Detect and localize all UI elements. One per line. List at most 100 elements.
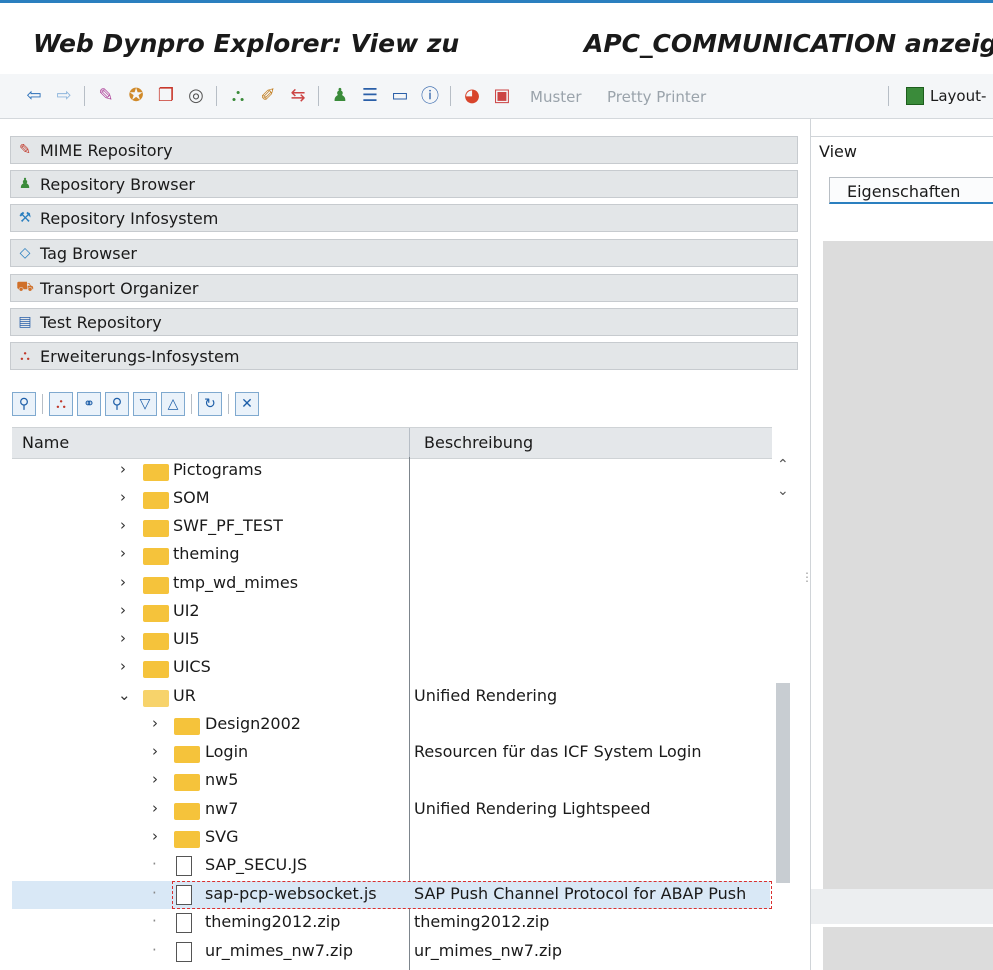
muster-button[interactable]: Muster bbox=[530, 88, 582, 106]
row-name: UI2 bbox=[173, 601, 200, 620]
display-object-list-icon[interactable]: ⇆ bbox=[286, 83, 310, 107]
tree-row-design2002[interactable]: › Design2002 bbox=[12, 711, 770, 739]
chevron-right-icon[interactable]: › bbox=[152, 827, 158, 845]
navigation-window-icon[interactable]: ♟ bbox=[328, 83, 352, 107]
tree-row-nw7[interactable]: › nw7 Unified Rendering Lightspeed bbox=[12, 796, 770, 824]
check-icon[interactable]: ✪ bbox=[124, 83, 148, 107]
chevron-right-icon[interactable]: › bbox=[120, 488, 126, 506]
layout-button[interactable]: Layout- bbox=[906, 85, 986, 107]
row-name: Login bbox=[205, 742, 249, 761]
folder-icon bbox=[174, 746, 200, 763]
scrollbar-thumb[interactable] bbox=[776, 683, 790, 883]
tree-row-pictograms[interactable]: › Pictograms bbox=[12, 457, 770, 485]
file-icon bbox=[176, 942, 192, 962]
tree-row-theming2012-zip[interactable]: · theming2012.zip theming2012.zip bbox=[12, 909, 770, 937]
worklist-icon[interactable]: ☰ bbox=[358, 83, 382, 107]
tree-row-uics[interactable]: › UICS bbox=[12, 654, 770, 682]
row-name: nw7 bbox=[205, 799, 239, 818]
row-name: ur_mimes_nw7.zip bbox=[205, 941, 354, 960]
column-header-description[interactable]: Beschreibung bbox=[424, 433, 533, 452]
chevron-right-icon[interactable]: › bbox=[120, 601, 126, 619]
tab-eigenschaften[interactable]: Eigenschaften bbox=[829, 177, 993, 204]
tree-row-svg[interactable]: › SVG bbox=[12, 824, 770, 852]
chevron-right-icon[interactable]: › bbox=[120, 544, 126, 562]
row-name: nw5 bbox=[205, 770, 239, 789]
forward-arrow-icon[interactable]: ⇨ bbox=[52, 83, 76, 107]
hierarchy-icon[interactable]: ⛬ bbox=[226, 83, 250, 107]
row-name: theming2012.zip bbox=[205, 912, 341, 931]
other-object-icon[interactable]: ✎ bbox=[94, 83, 118, 107]
chevron-right-icon[interactable]: › bbox=[152, 799, 158, 817]
file-icon bbox=[176, 913, 192, 933]
folder-icon bbox=[143, 520, 169, 537]
chevron-right-icon[interactable]: › bbox=[152, 714, 158, 732]
row-name: tmp_wd_mimes bbox=[173, 573, 299, 592]
find-next-icon[interactable]: ⚲ bbox=[105, 392, 129, 416]
pretty-printer-button[interactable]: Pretty Printer bbox=[607, 88, 706, 106]
folder-icon bbox=[143, 492, 169, 509]
tree-row-ur-mimes-nw7-zip[interactable]: · ur_mimes_nw7.zip ur_mimes_nw7.zip bbox=[12, 938, 770, 966]
tree-row-ur[interactable]: ⌄ UR Unified Rendering bbox=[12, 683, 770, 711]
tree-row-login[interactable]: › Login Resourcen für das ICF System Log… bbox=[12, 739, 770, 767]
where-used-icon[interactable]: ◎ bbox=[184, 83, 208, 107]
nav-tag-browser[interactable]: ◇ Tag Browser bbox=[10, 239, 798, 267]
nav-repository-infosystem[interactable]: ⚒ Repository Infosystem bbox=[10, 204, 798, 232]
tree-row-ui2[interactable]: › UI2 bbox=[12, 598, 770, 626]
chevron-right-icon[interactable]: › bbox=[120, 573, 126, 591]
column-header-name[interactable]: Name bbox=[22, 433, 69, 452]
back-arrow-icon[interactable]: ⇦ bbox=[22, 83, 46, 107]
nav-label: Erweiterungs-Infosystem bbox=[40, 346, 240, 366]
search-icon[interactable]: ⚲ bbox=[12, 392, 36, 416]
tree-row-som[interactable]: › SOM bbox=[12, 485, 770, 513]
tree-row-tmp-wd-mimes[interactable]: › tmp_wd_mimes bbox=[12, 570, 770, 598]
toolbar-separator bbox=[191, 394, 192, 414]
nav-repository-browser[interactable]: ♟ Repository Browser bbox=[10, 170, 798, 198]
activate-icon[interactable]: ❐ bbox=[154, 83, 178, 107]
file-icon bbox=[176, 856, 192, 876]
chevron-right-icon[interactable]: › bbox=[120, 516, 126, 534]
toolbar-separator bbox=[84, 86, 85, 106]
hierarchy-icon[interactable]: ⛬ bbox=[49, 392, 73, 416]
column-divider[interactable] bbox=[409, 428, 410, 458]
nav-test-repository[interactable]: ▤ Test Repository bbox=[10, 308, 798, 336]
row-description: Unified Rendering Lightspeed bbox=[414, 799, 651, 818]
folder-icon bbox=[174, 831, 200, 848]
refresh-icon[interactable]: ↻ bbox=[198, 392, 222, 416]
row-name: theming bbox=[173, 544, 240, 563]
window-icon[interactable]: ▭ bbox=[388, 83, 412, 107]
magic-wand-icon[interactable]: ✐ bbox=[256, 83, 280, 107]
folder-icon bbox=[143, 548, 169, 565]
collapse-up-icon[interactable]: △ bbox=[161, 392, 185, 416]
nav-transport-organizer[interactable]: ⛟ Transport Organizer bbox=[10, 274, 798, 302]
nav-mime-repository[interactable]: ✎ MIME Repository bbox=[10, 136, 798, 164]
tree-row-theming[interactable]: › theming bbox=[12, 541, 770, 569]
nav-enhancement-infosystem[interactable]: ⛬ Erweiterungs-Infosystem bbox=[10, 342, 798, 370]
chevron-right-icon[interactable]: › bbox=[120, 629, 126, 647]
chevron-right-icon[interactable]: › bbox=[152, 742, 158, 760]
chevron-right-icon[interactable]: › bbox=[120, 460, 126, 478]
tree-vertical-scrollbar[interactable]: ⌃ ⌄ bbox=[772, 457, 794, 970]
scroll-down-icon[interactable]: ⌄ bbox=[777, 483, 789, 499]
scroll-up-icon[interactable]: ⌃ bbox=[777, 457, 789, 473]
nav-label: MIME Repository bbox=[40, 140, 173, 160]
tree-row-nw5[interactable]: › nw5 bbox=[12, 767, 770, 795]
pie-chart-icon[interactable]: ◕ bbox=[460, 83, 484, 107]
web-icon[interactable]: ▣ bbox=[490, 83, 514, 107]
toolbar-separator bbox=[888, 86, 889, 106]
window-title-right: APC_COMMUNICATION anzeig bbox=[584, 29, 993, 58]
repository-infosystem-icon: ⚒ bbox=[18, 210, 32, 226]
info-icon[interactable]: ⓘ bbox=[418, 83, 442, 107]
binoculars-icon[interactable]: ⚭ bbox=[77, 392, 101, 416]
chevron-down-icon[interactable]: ⌄ bbox=[118, 686, 131, 704]
repository-browser-icon: ♟ bbox=[18, 176, 32, 192]
chevron-right-icon[interactable]: › bbox=[120, 657, 126, 675]
mime-repository-icon: ✎ bbox=[19, 142, 31, 158]
tree-row-ui5[interactable]: › UI5 bbox=[12, 626, 770, 654]
tree-row-sap-secu-js[interactable]: · SAP_SECU.JS bbox=[12, 852, 770, 880]
close-icon[interactable]: ✕ bbox=[235, 392, 259, 416]
folder-icon bbox=[174, 774, 200, 791]
chevron-right-icon[interactable]: › bbox=[152, 770, 158, 788]
view-label: View bbox=[819, 142, 857, 161]
expand-down-icon[interactable]: ▽ bbox=[133, 392, 157, 416]
tree-row-swf-pf-test[interactable]: › SWF_PF_TEST bbox=[12, 513, 770, 541]
